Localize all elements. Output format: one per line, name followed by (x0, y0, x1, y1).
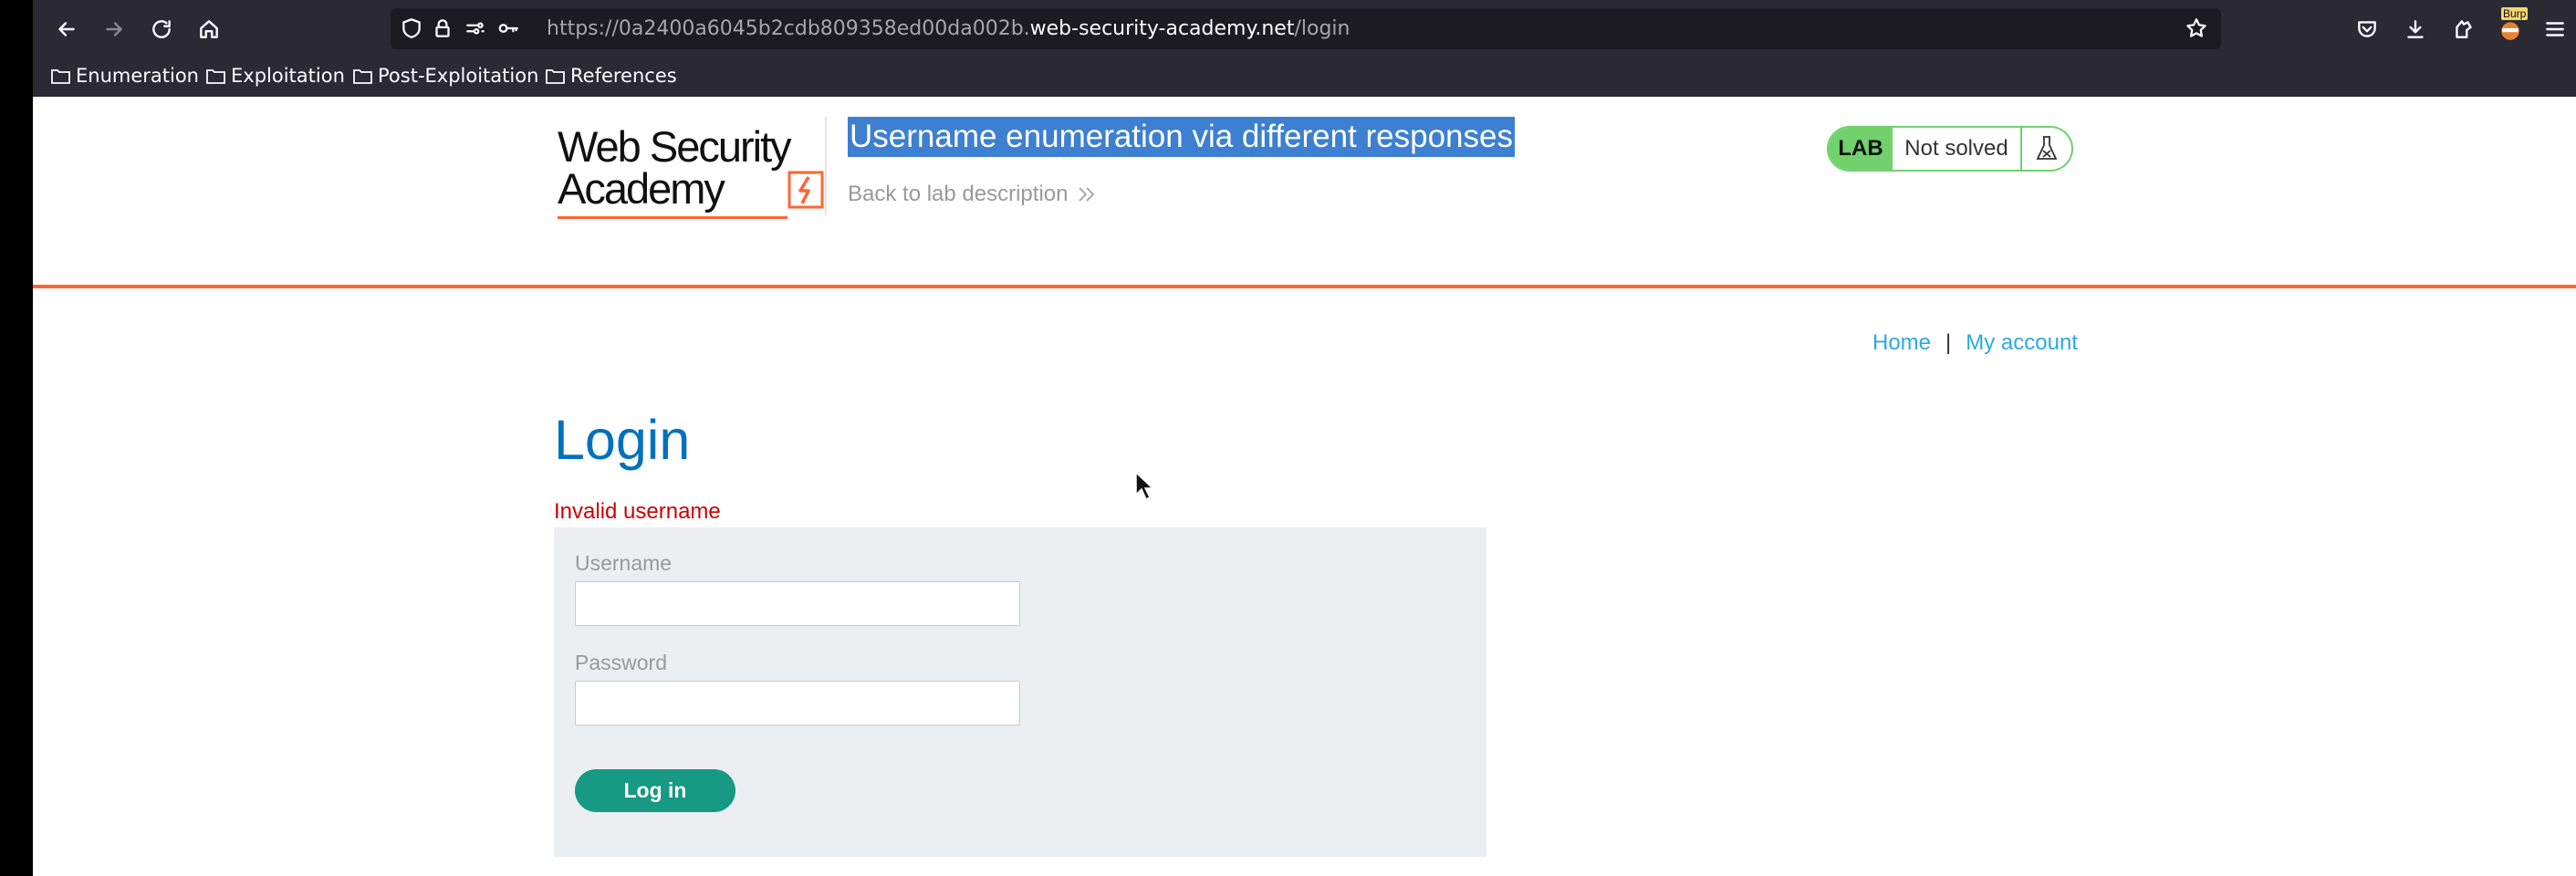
permissions-icon[interactable] (464, 16, 487, 40)
web-security-academy-logo[interactable]: Web Security Academy (558, 122, 831, 224)
lab-title: Username enumeration via different respo… (848, 117, 1515, 157)
bookmark-folder-exploitation[interactable]: Exploitation (206, 65, 345, 87)
header-divider (825, 117, 827, 215)
logo-underline (558, 216, 787, 219)
reload-icon[interactable] (144, 12, 179, 47)
browser-toolbar: https://0a2400a6045b2cdb809358ed00da002b… (33, 0, 2576, 57)
bookmark-folder-post-exploitation[interactable]: Post-Exploitation (353, 65, 538, 87)
page-title: Login (554, 409, 691, 471)
extension-badge: Burp (2501, 7, 2529, 20)
url-text[interactable]: https://0a2400a6045b2cdb809358ed00da002b… (547, 16, 1350, 41)
header-orange-rule (33, 285, 2576, 288)
back-to-lab-description-link[interactable]: Back to lab description (848, 182, 1097, 207)
error-message: Invalid username (554, 499, 721, 524)
password-input[interactable] (575, 681, 1020, 725)
nav-separator: | (1945, 330, 1952, 355)
folder-icon (206, 69, 225, 84)
lab-tag: LAB (1829, 128, 1893, 170)
logo-line-2: Academy (558, 164, 725, 213)
folder-icon (546, 69, 565, 84)
my-account-link[interactable]: My account (1966, 330, 2078, 356)
home-link[interactable]: Home (1872, 330, 1931, 356)
logo-line-1: Web Security (558, 122, 792, 171)
address-bar[interactable]: https://0a2400a6045b2cdb809358ed00da002b… (391, 8, 2221, 49)
browser-window: https://0a2400a6045b2cdb809358ed00da002b… (33, 0, 2576, 876)
bookmark-folder-enumeration[interactable]: Enumeration (51, 65, 199, 87)
page-content: Web Security Academy Username enumeratio… (33, 97, 2576, 876)
download-icon[interactable] (2398, 12, 2433, 47)
logo-lightning-icon (787, 171, 824, 209)
extensions-icon[interactable] (2446, 12, 2481, 47)
folder-icon (353, 69, 372, 84)
home-icon[interactable] (192, 12, 226, 47)
menu-hamburger-icon[interactable] (2538, 12, 2572, 47)
forward-arrow-icon[interactable] (97, 12, 131, 47)
mouse-cursor-icon (1135, 471, 1154, 501)
burp-extension-icon[interactable]: Burp (2493, 7, 2529, 47)
lab-status-text: Not solved (1893, 128, 2022, 170)
bookmark-folder-references[interactable]: References (546, 65, 677, 87)
password-label: Password (575, 651, 667, 674)
double-chevron-right-icon (1079, 187, 1095, 202)
back-arrow-icon[interactable] (49, 12, 84, 47)
bookmark-star-icon[interactable] (2185, 16, 2208, 40)
flask-icon (2022, 128, 2071, 170)
log-in-button[interactable]: Log in (575, 769, 735, 812)
lab-status-badge: LAB Not solved (1827, 126, 2073, 172)
shield-icon[interactable] (400, 16, 423, 40)
username-label: Username (575, 551, 673, 575)
bookmarks-toolbar: Enumeration Exploitation Post-Exploitati… (33, 57, 2576, 97)
top-navigation: Home | My account (1872, 330, 2078, 356)
pocket-icon[interactable] (2350, 12, 2384, 47)
login-form: Username Password Log in (554, 527, 1486, 857)
key-icon[interactable] (496, 16, 520, 40)
lock-icon[interactable] (431, 16, 454, 40)
folder-icon (51, 69, 70, 84)
username-input[interactable] (575, 581, 1020, 626)
